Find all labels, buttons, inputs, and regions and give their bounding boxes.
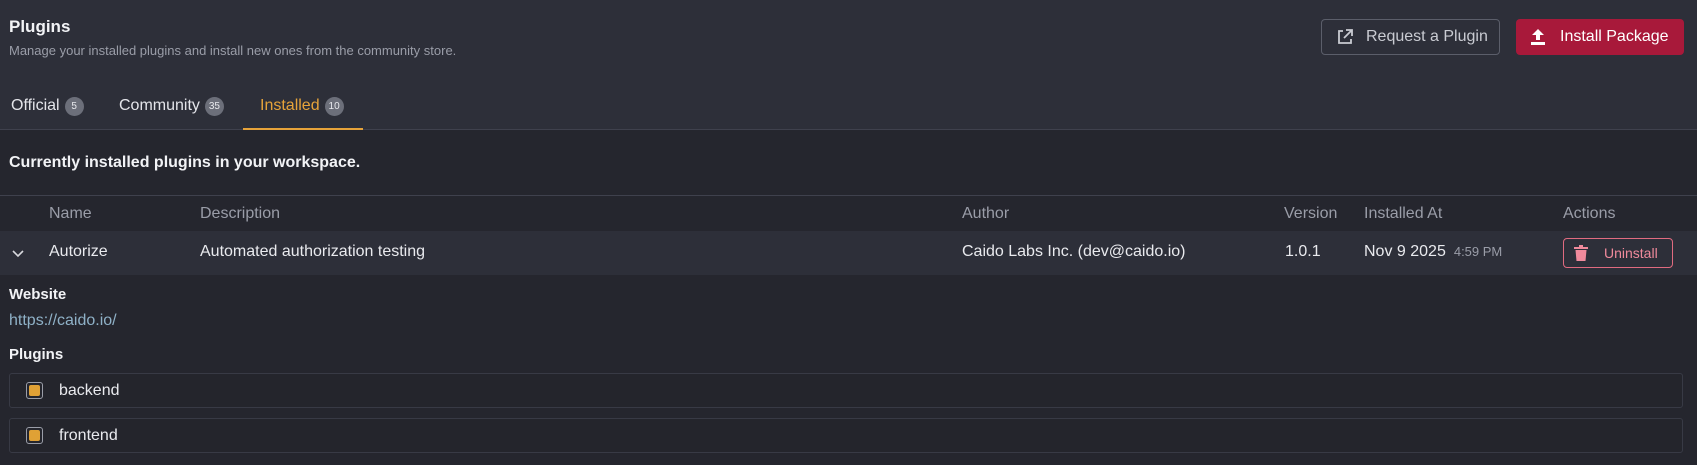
- website-label: Website: [9, 286, 67, 303]
- uninstall-label: Uninstall: [1604, 245, 1658, 261]
- active-tab-indicator: [243, 128, 363, 130]
- plugin-item-label: frontend: [59, 426, 118, 444]
- column-header-installed-at: Installed At: [1364, 205, 1443, 222]
- install-package-button[interactable]: Install Package: [1516, 19, 1684, 55]
- chevron-down-icon[interactable]: [10, 245, 26, 261]
- external-link-icon: [1338, 29, 1353, 44]
- plugin-item-backend: backend: [9, 373, 1683, 408]
- tab-community-count: 35: [204, 96, 224, 116]
- plugin-name: Autorize: [49, 243, 108, 260]
- backend-checkbox[interactable]: [26, 382, 43, 399]
- trash-icon: [1574, 245, 1588, 261]
- page-subtitle: Manage your installed plugins and instal…: [9, 43, 457, 58]
- table-row[interactable]: Autorize Automated authorization testing…: [0, 231, 1697, 275]
- install-package-label: Install Package: [1560, 28, 1669, 45]
- column-header-actions: Actions: [1563, 205, 1616, 222]
- request-plugin-label: Request a Plugin: [1366, 28, 1488, 45]
- tab-installed-label: Installed: [260, 97, 320, 114]
- checkbox-checked-fill: [29, 385, 40, 396]
- plugins-label: Plugins: [9, 346, 64, 363]
- tab-official-count: 5: [64, 96, 84, 116]
- column-header-description: Description: [200, 205, 281, 222]
- tab-official[interactable]: Official 5: [11, 82, 111, 130]
- plugin-item-label: backend: [59, 381, 120, 399]
- column-header-name: Name: [49, 205, 92, 222]
- column-header-version: Version: [1284, 205, 1338, 222]
- tab-community[interactable]: Community 35: [119, 82, 239, 130]
- tab-community-label: Community: [119, 97, 200, 114]
- plugin-author: Caido Labs Inc. (dev@caido.io): [962, 243, 1186, 260]
- installed-date: Nov 9 2025: [1364, 243, 1446, 260]
- table-header: Name Description Author Version Installe…: [0, 195, 1697, 231]
- installed-at: Nov 9 2025 4:59 PM: [1364, 243, 1502, 261]
- plugin-item-frontend: frontend: [9, 418, 1683, 453]
- plugin-version: 1.0.1: [1285, 243, 1321, 260]
- upload-icon: [1531, 29, 1545, 45]
- website-link[interactable]: https://caido.io/: [9, 312, 117, 330]
- checkbox-checked-fill: [29, 430, 40, 441]
- plugin-description: Automated authorization testing: [200, 243, 426, 260]
- installed-time: 4:59 PM: [1453, 244, 1503, 259]
- uninstall-button[interactable]: Uninstall: [1563, 238, 1673, 268]
- section-caption: Currently installed plugins in your work…: [9, 154, 361, 171]
- tab-installed[interactable]: Installed 10: [243, 82, 363, 130]
- page-title: Plugins: [9, 17, 71, 36]
- tab-official-label: Official: [11, 97, 60, 114]
- tab-installed-count: 10: [324, 96, 344, 116]
- frontend-checkbox[interactable]: [26, 427, 43, 444]
- column-header-author: Author: [962, 205, 1010, 222]
- request-plugin-button[interactable]: Request a Plugin: [1321, 19, 1500, 55]
- page-header: Plugins Manage your installed plugins an…: [0, 0, 1697, 130]
